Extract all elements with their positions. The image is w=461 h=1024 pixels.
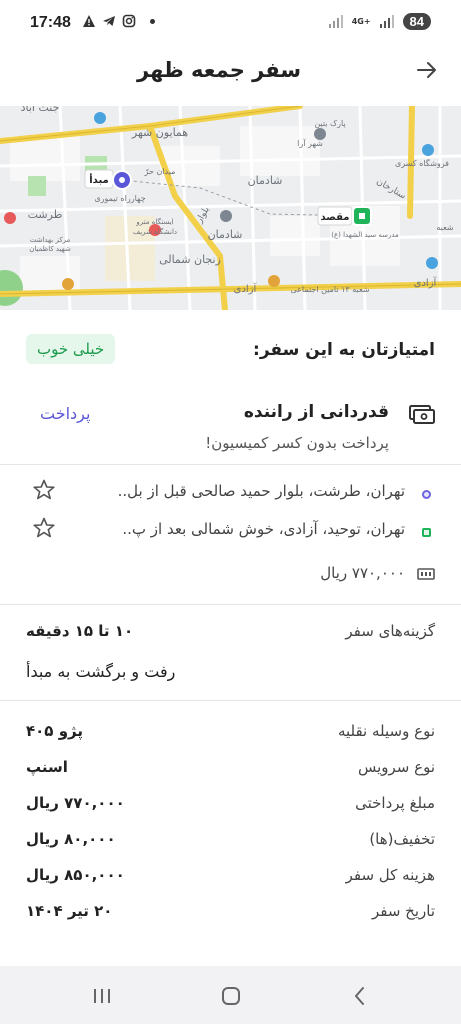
- svg-text:زنجان شمالی: زنجان شمالی: [159, 253, 221, 266]
- detail-row-date: تاریخ سفر ۲۰ تیر ۱۴۰۴: [26, 902, 435, 928]
- battery-level: 84: [402, 13, 431, 30]
- detail-key: نوع سرویس: [357, 758, 435, 776]
- origin-marker[interactable]: مبدأ: [84, 169, 132, 190]
- rating-label: امتیازتان به این سفر:: [253, 340, 435, 360]
- svg-text:مبدأ: مبدأ: [89, 173, 108, 186]
- trip-option-round-trip: رفت و برگشت به مبدأ: [26, 662, 176, 681]
- detail-key: تاریخ سفر: [371, 902, 435, 920]
- detail-key: مبلغ پرداختی: [355, 794, 435, 812]
- detail-row-service: نوع سرویس اسنپ: [26, 758, 435, 784]
- trip-options-label: گزینه‌های سفر: [345, 622, 435, 640]
- svg-text:فروشگاه کسری: فروشگاه کسری: [395, 158, 449, 168]
- trip-price: ۷۷۰,۰۰۰ ریال: [320, 564, 405, 582]
- detail-value: ۸۵۰,۰۰۰ ریال: [26, 866, 125, 884]
- svg-text:پارک بتین: پارک بتین: [314, 119, 345, 128]
- page-title: سفر جمعه ظهر: [137, 58, 301, 82]
- notification-icons: [82, 14, 155, 28]
- map-canvas: جنت آباد همایون شهر پارک بتین شهر آرا شا…: [0, 106, 461, 310]
- divider: [0, 464, 461, 465]
- destination-dot-icon: [422, 528, 431, 537]
- detail-row-paid: مبلغ پرداختی ۷۷۰,۰۰۰ ریال: [26, 794, 435, 820]
- rating-row: امتیازتان به این سفر: خیلی خوب: [0, 334, 461, 368]
- app-header: سفر جمعه ظهر: [0, 50, 461, 106]
- detail-value: ۲۰ تیر ۱۴۰۴: [26, 902, 113, 920]
- signal-icon-2: [379, 14, 394, 28]
- svg-text:شادمان: شادمان: [208, 228, 243, 241]
- svg-text:شادمان: شادمان: [248, 174, 283, 187]
- detail-key: تخفیف(ها): [369, 830, 435, 848]
- home-icon[interactable]: [219, 984, 243, 1008]
- tip-subtitle: پرداخت بدون کسر کمیسیون!: [205, 434, 389, 452]
- favorite-star-icon[interactable]: [32, 478, 56, 502]
- pay-tip-button[interactable]: پرداخت: [40, 404, 90, 423]
- origin-address-row[interactable]: تهران، طرشت، بلوار حمید صالحی قبل از بل.…: [0, 476, 461, 512]
- cash-icon: [409, 405, 435, 424]
- recent-apps-icon[interactable]: [90, 984, 114, 1008]
- status-time: 17:48: [30, 14, 71, 31]
- svg-text:شهر آرا: شهر آرا: [297, 138, 323, 148]
- svg-text:مدرسه سید الشهدا (ع): مدرسه سید الشهدا (ع): [331, 231, 399, 239]
- network-type: 4G+: [351, 16, 371, 26]
- svg-text:شعبه: شعبه: [436, 223, 454, 232]
- detail-row-vehicle: نوع وسیله نقلیه پژو ۴۰۵: [26, 722, 435, 748]
- detail-value: ۷۷۰,۰۰۰ ریال: [26, 794, 125, 812]
- detail-value: اسنپ: [26, 758, 68, 776]
- origin-dot-icon: [422, 490, 431, 499]
- detail-value: ۸۰,۰۰۰ ریال: [26, 830, 116, 848]
- rating-badge[interactable]: خیلی خوب: [26, 334, 116, 364]
- signal-icon: [328, 14, 343, 28]
- destination-marker[interactable]: مقصد: [317, 206, 372, 226]
- detail-key: نوع وسیله نقلیه: [337, 722, 435, 740]
- driver-tip-section: قدردانی از راننده پرداخت بدون کسر کمیسیو…: [0, 398, 461, 462]
- warning-icon: [83, 15, 95, 27]
- map-label: جنت آباد: [21, 106, 60, 114]
- svg-text:شهید کاظمیان: شهید کاظمیان: [29, 245, 71, 253]
- svg-text:مرکز بهداشت: مرکز بهداشت: [30, 236, 71, 244]
- svg-text:چهارراه تیموری: چهارراه تیموری: [94, 194, 145, 203]
- svg-text:مقصد: مقصد: [320, 212, 349, 223]
- detail-row-discount: تخفیف(ها) ۸۰,۰۰۰ ریال: [26, 830, 435, 856]
- svg-text:میدان حرّ: میدان حرّ: [144, 167, 176, 176]
- tip-title: قدردانی از راننده: [243, 402, 389, 422]
- instagram-icon: [122, 14, 136, 28]
- svg-text:آزادی: آزادی: [234, 282, 258, 295]
- system-nav-bar: [0, 966, 461, 1024]
- price-row: ۷۷۰,۰۰۰ ریال: [0, 560, 461, 590]
- system-indicators: 4G+ 84: [328, 13, 431, 30]
- telegram-icon: [103, 16, 115, 26]
- destination-address: تهران، توحید، آزادی، خوش شمالی بعد از پ.…: [122, 520, 405, 538]
- svg-text:دانشگاه شریف: دانشگاه شریف: [133, 227, 177, 236]
- svg-text:شعبه ۱۳ تامین اجتماعی: شعبه ۱۳ تامین اجتماعی: [290, 285, 369, 294]
- detail-key: هزینه کل سفر: [345, 866, 435, 884]
- divider: [0, 604, 461, 605]
- arrow-right-icon[interactable]: [415, 58, 439, 82]
- banknote-icon: [417, 568, 435, 580]
- back-nav-icon[interactable]: [348, 984, 372, 1008]
- detail-row-total: هزینه کل سفر ۸۵۰,۰۰۰ ریال: [26, 866, 435, 892]
- detail-value: پژو ۴۰۵: [26, 722, 83, 740]
- destination-address-row[interactable]: تهران، توحید، آزادی، خوش شمالی بعد از پ.…: [0, 514, 461, 550]
- trip-options-row: گزینه‌های سفر ۱۰ تا ۱۵ دقیقه: [26, 622, 435, 648]
- origin-address: تهران، طرشت، بلوار حمید صالحی قبل از بل.…: [117, 482, 405, 500]
- trip-map[interactable]: جنت آباد همایون شهر پارک بتین شهر آرا شا…: [0, 106, 461, 310]
- status-bar: 17:48 4G+ 84: [0, 0, 461, 50]
- svg-text:ایستگاه مترو: ایستگاه مترو: [135, 217, 173, 226]
- svg-text:آزادی: آزادی: [414, 276, 438, 289]
- trip-options-value: ۱۰ تا ۱۵ دقیقه: [26, 622, 134, 640]
- svg-text:همایون شهر: همایون شهر: [131, 126, 188, 139]
- svg-text:طرشت: طرشت: [28, 208, 63, 221]
- divider: [0, 700, 461, 701]
- favorite-star-icon[interactable]: [32, 516, 56, 540]
- more-notifications-dot: [150, 18, 155, 24]
